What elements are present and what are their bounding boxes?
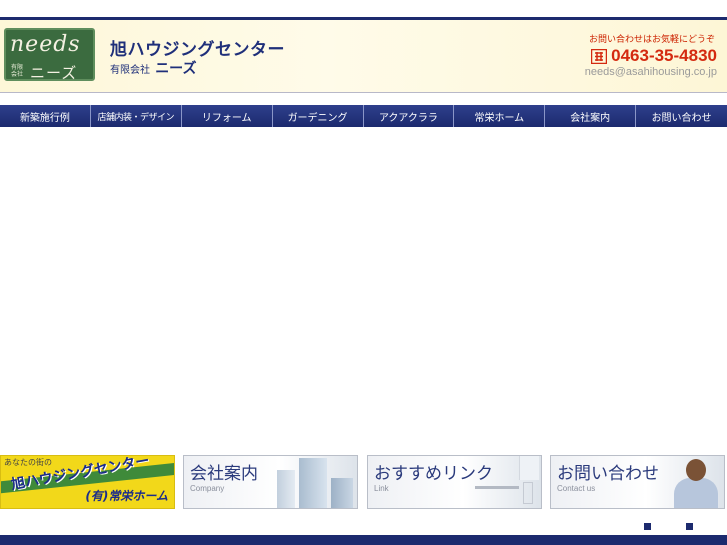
logo-word: needs (10, 32, 81, 57)
nav-item-josei-home[interactable]: 常栄ホーム (454, 105, 546, 127)
company-name: 旭ハウジングセンター (110, 40, 285, 60)
banner-company-en: Company (190, 484, 225, 493)
company-sub-prefix: 有限会社 (110, 65, 150, 76)
nav-item-contact[interactable]: お問い合わせ (636, 105, 727, 127)
square-bullet-icon (644, 523, 651, 530)
banner-asahi-housing[interactable]: あなたの街の 旭ハウジングセンター (有)常栄ホーム (0, 455, 175, 509)
banner-link-title: おすすめリンク (374, 464, 493, 484)
banner-tagline: あなたの街の (4, 458, 52, 467)
nav-item-company[interactable]: 会社案内 (545, 105, 637, 127)
header-divider (0, 92, 727, 93)
banner-contact-en: Contact us (557, 484, 596, 493)
window-image (519, 456, 539, 480)
company-sub-brand: ニーズ (155, 61, 197, 77)
banner-company[interactable]: 会社案内 Company (183, 455, 358, 509)
phone-row: 0463-35-4830 (591, 46, 717, 66)
banner-link[interactable]: おすすめリンク Link (367, 455, 542, 509)
logo-kana: ニーズ (30, 64, 78, 82)
site-header: needs 有限会社 ニーズ 旭ハウジングセンター 有限会社 ニーズ お問い合わ… (0, 20, 727, 92)
footer-bar (0, 535, 727, 545)
email-link[interactable]: needs@asahihousing.co.jp (585, 66, 717, 78)
banner-company-title: 会社案内 (190, 464, 258, 484)
contact-note: お問い合わせはお気軽にどうぞ (588, 35, 715, 45)
banner-row: あなたの街の 旭ハウジングセンター (有)常栄ホーム 会社案内 Company … (0, 455, 727, 510)
nav-item-new-construction[interactable]: 新築施行例 (0, 105, 91, 127)
nav-item-gardening[interactable]: ガーデニング (273, 105, 364, 127)
table-image (475, 486, 519, 489)
banner-contact[interactable]: お問い合わせ Contact us (550, 455, 725, 509)
building-image (331, 478, 353, 508)
needs-logo[interactable]: needs 有限会社 ニーズ (4, 28, 95, 82)
building-image (277, 470, 295, 508)
nav-item-reform[interactable]: リフォーム (182, 105, 273, 127)
phone-number: 0463-35-4830 (611, 46, 717, 65)
operator-image (674, 478, 718, 508)
building-image (299, 458, 327, 508)
banner-link-en: Link (374, 484, 389, 493)
nav-item-aquaclara[interactable]: アクアクララ (364, 105, 455, 127)
phone-icon (591, 48, 608, 64)
main-nav: 新築施行例 店舗内装・デザイン リフォーム ガーデニング アクアクララ 常栄ホー… (0, 105, 727, 127)
banner-contact-title: お問い合わせ (557, 464, 659, 484)
nav-item-store-interior[interactable]: 店舗内装・デザイン (91, 105, 182, 127)
logo-kind: 有限会社 (11, 64, 24, 78)
banner-asahi-brand: (有)常栄ホーム (85, 489, 168, 503)
operator-image (686, 459, 706, 481)
company-subtitle: 有限会社 ニーズ (110, 58, 197, 78)
square-bullet-icon (686, 523, 693, 530)
chair-image (523, 482, 533, 504)
